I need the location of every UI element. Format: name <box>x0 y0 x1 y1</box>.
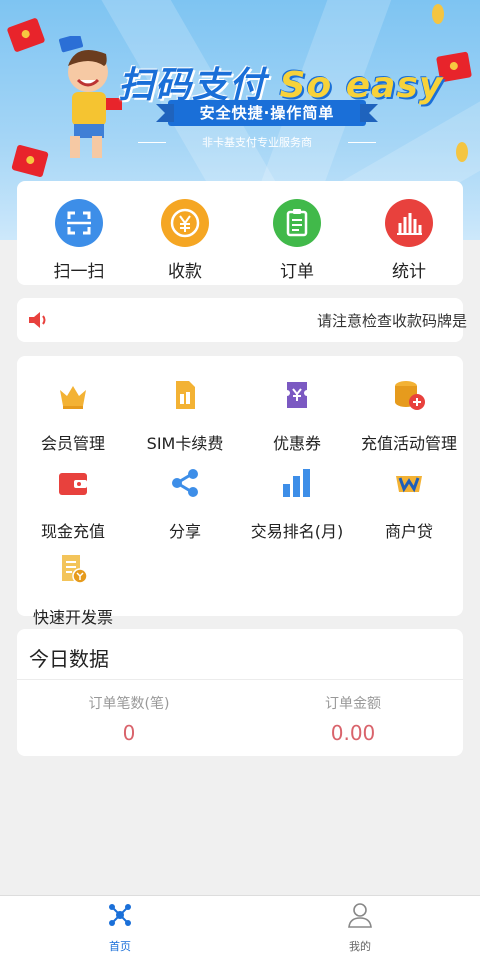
service-label: 分享 <box>168 522 201 541</box>
coin-icon <box>432 4 444 24</box>
bar-chart-icon <box>385 199 433 247</box>
today-data-card: 今日数据 订单笔数(笔) 0 订单金额 0.00 <box>17 629 463 756</box>
coupon-button[interactable]: 优惠券 <box>237 378 357 454</box>
red-envelope-icon <box>6 17 46 53</box>
receive-payment-button[interactable]: 收款 <box>145 199 225 282</box>
order-amount-value: 0.00 <box>330 721 376 745</box>
recharge-activity-button[interactable]: 充值活动管理 <box>349 378 469 454</box>
orders-label: 订单 <box>280 262 314 282</box>
statistics-button[interactable]: 统计 <box>369 199 449 282</box>
statistics-label: 统计 <box>392 262 426 282</box>
sim-renewal-button[interactable]: SIM卡续费 <box>125 378 245 454</box>
service-label: 优惠券 <box>272 434 321 453</box>
scan-label: 扫一扫 <box>53 262 105 282</box>
tab-mine-label: 我的 <box>349 940 371 953</box>
services-grid: 会员管理 SIM卡续费 优惠券 充值活动管理 现金充值 分享 交易排名(月) 商… <box>17 356 463 627</box>
banner-ribbon: 安全快捷·操作简单 <box>156 100 378 126</box>
today-data-title: 今日数据 <box>29 647 109 671</box>
coupon-icon <box>284 382 310 408</box>
member-management-button[interactable]: 会员管理 <box>13 378 133 454</box>
share-button[interactable]: 分享 <box>125 466 245 542</box>
share-icon <box>172 469 198 497</box>
coins-plus-icon <box>395 381 425 410</box>
quick-actions-card: 扫一扫 收款 订单 统计 <box>17 181 463 285</box>
clipboard-icon <box>273 199 321 247</box>
scan-button[interactable]: 扫一扫 <box>39 199 119 282</box>
crown-icon <box>60 386 86 409</box>
banner-subtitle: 非卡基支付专业服务商 <box>138 134 376 150</box>
divider <box>17 679 463 680</box>
red-envelope-icon <box>11 144 49 178</box>
service-label: SIM卡续费 <box>146 434 224 453</box>
bottom-tab-bar: 首页 我的 <box>0 895 480 957</box>
order-count-stat: 订单笔数(笔) 0 <box>29 693 229 745</box>
orders-button[interactable]: 订单 <box>257 199 337 282</box>
coin-icon <box>456 142 468 162</box>
home-network-icon <box>109 904 131 926</box>
notice-bar[interactable]: 请注意检查收款码牌是 <box>17 298 467 342</box>
wallet-icon <box>59 473 87 495</box>
service-label: 交易排名(月) <box>250 522 344 541</box>
invoice-icon <box>62 555 88 584</box>
quick-invoice-button[interactable]: 快速开发票 <box>13 552 133 628</box>
service-label: 会员管理 <box>40 434 105 453</box>
yuan-coin-icon <box>161 199 209 247</box>
speaker-icon <box>29 312 46 328</box>
service-label: 快速开发票 <box>32 608 113 627</box>
notice-text: 请注意检查收款码牌是 <box>317 312 468 330</box>
service-label: 商户贷 <box>384 522 433 541</box>
tab-mine[interactable]: 我的 <box>300 902 420 954</box>
order-amount-label: 订单金额 <box>325 696 381 712</box>
order-count-value: 0 <box>122 721 136 745</box>
ranking-bars-icon <box>283 469 310 497</box>
user-icon <box>348 903 372 928</box>
order-amount-stat: 订单金额 0.00 <box>253 693 453 745</box>
transaction-ranking-button[interactable]: 交易排名(月) <box>237 466 357 542</box>
sim-card-icon <box>176 381 195 409</box>
merchant-loan-icon <box>396 476 422 493</box>
merchant-loan-button[interactable]: 商户贷 <box>349 466 469 542</box>
boy-illustration <box>59 36 122 158</box>
scan-icon <box>55 199 103 247</box>
order-count-label: 订单笔数(笔) <box>88 696 170 712</box>
receive-payment-label: 收款 <box>168 262 202 282</box>
service-label: 现金充值 <box>40 522 105 541</box>
tab-home-label: 首页 <box>109 940 131 953</box>
tab-home[interactable]: 首页 <box>60 902 180 954</box>
cash-recharge-button[interactable]: 现金充值 <box>13 466 133 542</box>
service-label: 充值活动管理 <box>360 434 457 453</box>
